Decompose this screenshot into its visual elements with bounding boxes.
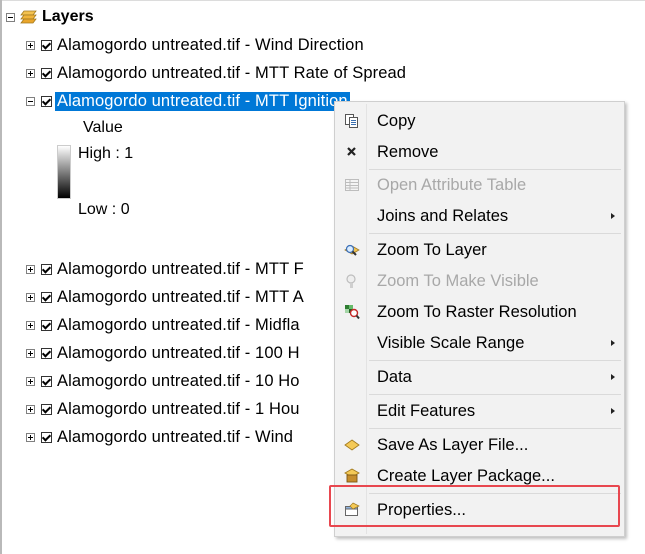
layer-visibility-checkbox[interactable] bbox=[41, 403, 52, 415]
menu-separator bbox=[369, 394, 621, 395]
expand-toggle[interactable] bbox=[26, 348, 35, 358]
panel-top-border bbox=[0, 0, 645, 1]
color-ramp-swatch bbox=[57, 145, 71, 199]
layer-row[interactable]: Alamogordo untreated.tif - 10 Ho bbox=[26, 369, 300, 393]
menu-item-visible-scale-range[interactable]: Visible Scale Range bbox=[335, 328, 624, 358]
table-icon bbox=[344, 177, 360, 193]
menu-item-label: Zoom To Make Visible bbox=[377, 271, 539, 290]
layer-visibility-checkbox[interactable] bbox=[41, 263, 52, 275]
layer-row-selected[interactable]: Alamogordo untreated.tif - MTT Ignition bbox=[26, 89, 350, 113]
layer-visibility-checkbox[interactable] bbox=[41, 39, 52, 51]
menu-item-label: Zoom To Layer bbox=[377, 240, 487, 259]
expand-toggle[interactable] bbox=[26, 404, 35, 414]
expand-toggle[interactable] bbox=[26, 264, 35, 274]
expand-toggle[interactable] bbox=[26, 320, 35, 330]
menu-item-label: Visible Scale Range bbox=[377, 333, 525, 352]
menu-item-label: Zoom To Raster Resolution bbox=[377, 302, 577, 321]
submenu-arrow-icon bbox=[611, 340, 615, 346]
menu-item-joins-and-relates[interactable]: Joins and Relates bbox=[335, 201, 624, 231]
layer-visibility-checkbox[interactable] bbox=[41, 67, 52, 79]
menu-item-label: Remove bbox=[377, 142, 439, 161]
menu-item-label: Save As Layer File... bbox=[377, 435, 529, 454]
layer-label[interactable]: Alamogordo untreated.tif - Midfla bbox=[57, 316, 300, 335]
menu-item-open-attribute-table[interactable]: Open Attribute Table bbox=[335, 170, 624, 200]
layer-label[interactable]: Alamogordo untreated.tif - 10 Ho bbox=[57, 372, 300, 391]
submenu-arrow-icon bbox=[611, 374, 615, 380]
layer-row[interactable]: Alamogordo untreated.tif - Wind bbox=[26, 425, 293, 449]
menu-item-zoom-to-layer[interactable]: Zoom To Layer bbox=[335, 235, 624, 265]
expand-toggle[interactable] bbox=[26, 68, 35, 78]
layers-title[interactable]: Layers bbox=[42, 8, 94, 26]
layer-row[interactable]: Alamogordo untreated.tif - 1 Hou bbox=[26, 397, 300, 421]
layer-row[interactable]: Alamogordo untreated.tif - MTT A bbox=[26, 285, 304, 309]
layer-label[interactable]: Alamogordo untreated.tif - MTT Rate of S… bbox=[57, 64, 406, 83]
layer-row[interactable]: Alamogordo untreated.tif - MTT F bbox=[26, 257, 304, 281]
layer-label[interactable]: Alamogordo untreated.tif - 1 Hou bbox=[57, 400, 300, 419]
menu-item-label: Joins and Relates bbox=[377, 206, 509, 225]
layer-row[interactable]: Alamogordo untreated.tif - Wind Directio… bbox=[26, 33, 364, 57]
layer-label[interactable]: Alamogordo untreated.tif - 100 H bbox=[57, 344, 300, 363]
zoom-to-raster-icon bbox=[344, 304, 360, 320]
expand-toggle[interactable] bbox=[26, 376, 35, 386]
expand-toggle[interactable] bbox=[26, 40, 35, 50]
layers-stack-icon bbox=[20, 9, 38, 25]
menu-item-label: Data bbox=[377, 367, 412, 386]
menu-item-edit-features[interactable]: Edit Features bbox=[335, 396, 624, 426]
layer-visibility-checkbox[interactable] bbox=[41, 319, 52, 331]
context-menu: Copy Remove Open Attribute Table Joins a… bbox=[334, 101, 625, 537]
expand-toggle[interactable] bbox=[26, 292, 35, 302]
layer-visibility-checkbox[interactable] bbox=[41, 291, 52, 303]
zoom-to-make-visible-icon bbox=[344, 273, 360, 289]
menu-item-label: Open Attribute Table bbox=[377, 175, 527, 194]
layer-label[interactable]: Alamogordo untreated.tif - MTT F bbox=[57, 260, 304, 279]
layer-label[interactable]: Alamogordo untreated.tif - Wind bbox=[57, 428, 293, 447]
menu-separator bbox=[369, 233, 621, 234]
layer-label[interactable]: Alamogordo untreated.tif - MTT Ignition bbox=[55, 91, 350, 111]
collapse-toggle[interactable] bbox=[26, 96, 35, 106]
expand-toggle[interactable] bbox=[26, 432, 35, 442]
menu-item-zoom-to-make-visible[interactable]: Zoom To Make Visible bbox=[335, 266, 624, 296]
menu-separator bbox=[369, 428, 621, 429]
layer-row[interactable]: Alamogordo untreated.tif - 100 H bbox=[26, 341, 300, 365]
zoom-to-layer-icon bbox=[344, 242, 360, 258]
menu-item-zoom-to-raster-resolution[interactable]: Zoom To Raster Resolution bbox=[335, 297, 624, 327]
legend-high-label: High : 1 bbox=[78, 145, 134, 162]
panel-left-border bbox=[0, 0, 2, 554]
remove-icon bbox=[344, 144, 360, 160]
collapse-toggle[interactable] bbox=[6, 12, 15, 22]
menu-item-label: Copy bbox=[377, 111, 416, 130]
layers-root[interactable]: Layers bbox=[6, 6, 94, 28]
menu-item-label: Edit Features bbox=[377, 401, 476, 420]
menu-item-save-as-layer-file[interactable]: Save As Layer File... bbox=[335, 430, 624, 460]
layer-row[interactable]: Alamogordo untreated.tif - MTT Rate of S… bbox=[26, 61, 406, 85]
menu-item-remove[interactable]: Remove bbox=[335, 137, 624, 167]
layer-visibility-checkbox[interactable] bbox=[41, 95, 52, 107]
save-layer-file-icon bbox=[344, 437, 360, 453]
layer-row[interactable]: Alamogordo untreated.tif - Midfla bbox=[26, 313, 300, 337]
menu-item-copy[interactable]: Copy bbox=[335, 106, 624, 136]
layer-package-icon bbox=[344, 468, 360, 484]
properties-highlight-box bbox=[329, 485, 620, 527]
layer-label[interactable]: Alamogordo untreated.tif - Wind Directio… bbox=[57, 36, 364, 55]
layer-visibility-checkbox[interactable] bbox=[41, 375, 52, 387]
layer-label[interactable]: Alamogordo untreated.tif - MTT A bbox=[57, 288, 304, 307]
menu-item-label: Create Layer Package... bbox=[377, 466, 555, 485]
layer-visibility-checkbox[interactable] bbox=[41, 431, 52, 443]
submenu-arrow-icon bbox=[611, 408, 615, 414]
menu-item-data[interactable]: Data bbox=[335, 362, 624, 392]
legend-heading: Value bbox=[83, 119, 123, 136]
layer-visibility-checkbox[interactable] bbox=[41, 347, 52, 359]
copy-icon bbox=[344, 113, 360, 129]
submenu-arrow-icon bbox=[611, 213, 615, 219]
legend-low-label: Low : 0 bbox=[78, 201, 130, 218]
menu-separator bbox=[369, 360, 621, 361]
